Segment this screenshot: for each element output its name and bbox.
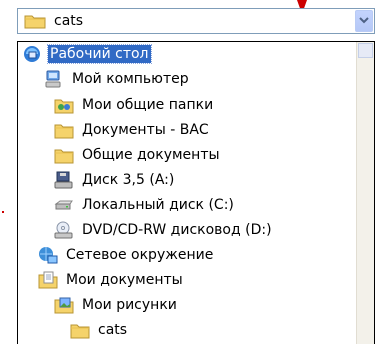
dropdown-button[interactable] <box>355 10 373 32</box>
tree-item-cats[interactable]: cats <box>70 318 129 342</box>
tree-item-floppy[interactable]: Диск 3,5 (A:) <box>54 168 176 192</box>
network-icon <box>38 246 58 264</box>
tree-item-label: Сетевое окружение <box>66 247 214 263</box>
tree-item-label: Общие документы <box>82 147 220 163</box>
tree-item-documents-vac[interactable]: Документы - ВАС <box>54 118 211 142</box>
folder-icon <box>54 121 74 139</box>
folder-icon <box>24 13 46 33</box>
tree-item-label: Мои рисунки <box>82 297 177 313</box>
tree-item-label: Документы - ВАС <box>82 122 209 138</box>
chevron-down-icon <box>359 17 369 24</box>
my-documents-icon <box>38 271 58 289</box>
scroll-up-button[interactable] <box>358 43 373 58</box>
tree-item-label: Мои общие папки <box>82 97 214 113</box>
tree-item-shared-folders[interactable]: Мои общие папки <box>54 93 215 117</box>
tree-item-network[interactable]: Сетевое окружение <box>38 243 215 267</box>
floppy-drive-icon <box>54 171 74 189</box>
tree-item-my-computer[interactable]: Мой компьютер <box>44 67 191 91</box>
location-combobox[interactable]: cats <box>17 8 375 34</box>
hard-drive-icon <box>54 196 74 214</box>
tree-item-local-disk[interactable]: Локальный диск (C:) <box>54 193 236 217</box>
tree-item-label: Локальный диск (C:) <box>82 197 234 213</box>
desktop-icon <box>22 45 42 63</box>
folder-tree-list[interactable]: Рабочий стол Мой компьютер Мои общие пап… <box>17 41 375 344</box>
folder-icon <box>54 146 74 164</box>
tree-item-label: DVD/CD-RW дисковод (D:) <box>82 222 272 238</box>
location-dropdown-window: cats Рабочий стол Мой компьютер Мои общи… <box>0 0 379 344</box>
dvd-drive-icon <box>54 221 74 239</box>
red-dot-marker <box>2 211 4 213</box>
combobox-value: cats <box>54 13 84 29</box>
shared-folders-icon <box>54 96 74 114</box>
tree-item-my-pictures[interactable]: Мои рисунки <box>54 293 179 317</box>
my-pictures-icon <box>54 296 74 314</box>
tree-item-shared-documents[interactable]: Общие документы <box>54 143 222 167</box>
tree-item-desktop[interactable]: Рабочий стол <box>22 42 152 66</box>
tree-item-label: Мой компьютер <box>72 71 189 87</box>
tree-item-label: cats <box>98 322 128 338</box>
tree-item-label: Мои документы <box>66 272 183 288</box>
scrollbar[interactable] <box>356 42 374 344</box>
folder-icon <box>70 321 90 339</box>
tree-item-my-documents[interactable]: Мои документы <box>38 268 185 292</box>
tree-item-dvd-drive[interactable]: DVD/CD-RW дисковод (D:) <box>54 218 274 242</box>
tree-item-label: Рабочий стол <box>47 44 152 64</box>
tree-item-label: Диск 3,5 (A:) <box>82 172 175 188</box>
computer-icon <box>44 70 64 88</box>
